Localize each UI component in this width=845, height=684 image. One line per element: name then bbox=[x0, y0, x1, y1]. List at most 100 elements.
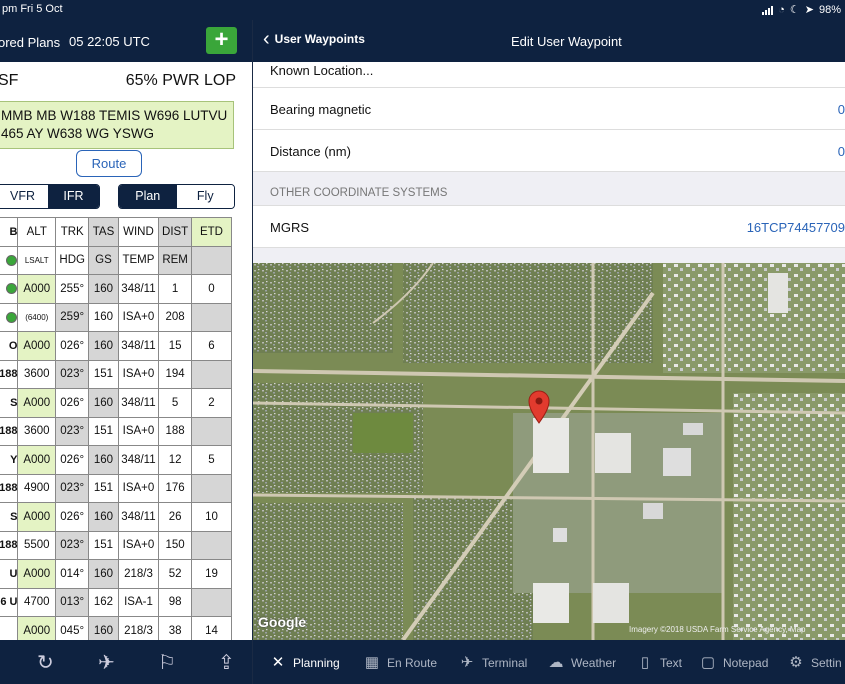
power-setting[interactable]: 65% PWR LOP bbox=[126, 72, 236, 90]
distance-label: Distance (nm) bbox=[270, 144, 351, 159]
cell-lsalt: 4700 bbox=[17, 587, 57, 617]
airplane-icon[interactable]: ✈ bbox=[98, 650, 115, 675]
nav-row-bottom[interactable]: (6400) 259° 160 ISA+0 208 bbox=[0, 302, 233, 332]
waypoint-sub: 188 bbox=[0, 359, 19, 389]
cell-rem: 176 bbox=[158, 473, 192, 503]
cell-temp[interactable]: ISA-1 bbox=[117, 587, 160, 617]
mgrs-value[interactable]: 16TCP74457709 bbox=[747, 220, 845, 235]
cell-lsalt: 3600 bbox=[17, 359, 57, 389]
known-location-row[interactable]: Known Location... bbox=[253, 62, 845, 88]
map-icon: ▦ bbox=[364, 654, 380, 671]
cell-tas[interactable]: 160 bbox=[88, 331, 119, 361]
cell-wind[interactable]: 348/11 bbox=[117, 445, 160, 475]
back-button[interactable]: ‹ User Waypoints bbox=[263, 29, 365, 49]
waypoint-form: Known Location... Bearing magnetic 0 Dis… bbox=[253, 62, 845, 248]
share-icon[interactable]: ⇪ bbox=[218, 650, 235, 675]
cell-temp[interactable]: ISA+0 bbox=[117, 416, 160, 446]
col-header-gs: GS bbox=[88, 245, 119, 275]
nav-row-top[interactable]: S A000 026° 160 348/11 26 10 bbox=[0, 502, 233, 532]
tab-en-route-label: En Route bbox=[387, 656, 438, 670]
bearing-value[interactable]: 0 bbox=[838, 102, 845, 117]
col-header-hdg: HDG bbox=[55, 245, 90, 275]
airway-ident: 6 U bbox=[0, 596, 18, 609]
cell-lsalt: 3600 bbox=[17, 416, 57, 446]
cell-trk: 026° bbox=[55, 331, 90, 361]
cell-alt[interactable]: A000 bbox=[17, 388, 57, 418]
distance-row[interactable]: Distance (nm) 0 bbox=[253, 130, 845, 172]
tab-en-route[interactable]: ▦ En Route bbox=[363, 654, 437, 672]
waypoint-name: U bbox=[0, 559, 19, 589]
plan-tab[interactable]: Plan bbox=[119, 185, 177, 208]
nav-row-top[interactable]: O A000 026° 160 348/11 15 6 bbox=[0, 331, 233, 361]
cell-wind[interactable]: 348/11 bbox=[117, 274, 160, 304]
satellite-map[interactable]: Google Imagery ©2018 USDA Farm Service A… bbox=[253, 263, 845, 640]
cell-temp[interactable]: ISA+0 bbox=[117, 359, 160, 389]
google-logo: Google bbox=[258, 614, 307, 630]
vfr-tab[interactable]: VFR bbox=[0, 185, 48, 208]
fly-tab[interactable]: Fly bbox=[176, 185, 234, 208]
cell-rem: 150 bbox=[158, 530, 192, 560]
map-attribution: Imagery ©2018 USDA Farm Service Agency, … bbox=[629, 625, 806, 634]
tab-notepad[interactable]: ▢ Notepad bbox=[699, 654, 768, 672]
nav-row-top[interactable]: Y A000 026° 160 348/11 12 5 bbox=[0, 445, 233, 475]
status-dot-icon bbox=[6, 311, 18, 323]
nav-row-bottom[interactable]: 188 3600 023° 151 ISA+0 188 bbox=[0, 416, 233, 446]
cell-temp[interactable]: ISA+0 bbox=[117, 473, 160, 503]
nav-row-bottom[interactable]: 188 3600 023° 151 ISA+0 194 bbox=[0, 359, 233, 389]
route-button[interactable]: Route bbox=[76, 150, 142, 177]
nav-row-bottom[interactable]: 188 5500 023° 151 ISA+0 150 bbox=[0, 530, 233, 560]
cell-tas[interactable]: 160 bbox=[88, 502, 119, 532]
cell-tas[interactable]: 160 bbox=[88, 388, 119, 418]
col-header-trk: TRK bbox=[55, 217, 90, 247]
tab-terminal[interactable]: ✈ Terminal bbox=[458, 654, 528, 672]
distance-value[interactable]: 0 bbox=[838, 144, 845, 159]
cell-alt[interactable]: A000 bbox=[17, 445, 57, 475]
cell-wind[interactable]: 348/11 bbox=[117, 388, 160, 418]
nav-row-top[interactable]: U A000 014° 160 218/3 52 19 bbox=[0, 559, 233, 589]
cell-dist: 1 bbox=[158, 274, 192, 304]
flag-icon[interactable]: ⚐ bbox=[158, 650, 176, 675]
nav-row-top[interactable]: S A000 026° 160 348/11 5 2 bbox=[0, 388, 233, 418]
cell-temp[interactable]: ISA+0 bbox=[117, 302, 160, 332]
cell-dist: 12 bbox=[158, 445, 192, 475]
cell-alt[interactable]: A000 bbox=[17, 274, 57, 304]
mgrs-row[interactable]: MGRS 16TCP74457709 bbox=[253, 206, 845, 248]
cell-hdg: 023° bbox=[55, 359, 90, 389]
cell-alt[interactable]: A000 bbox=[17, 502, 57, 532]
cell-tas[interactable]: 160 bbox=[88, 559, 119, 589]
refresh-icon[interactable]: ↻ bbox=[37, 650, 54, 675]
cell-blank bbox=[190, 530, 233, 560]
col-header-etd: ETD bbox=[190, 217, 233, 247]
cell-wind[interactable]: 348/11 bbox=[117, 502, 160, 532]
cell-alt[interactable]: A000 bbox=[17, 559, 57, 589]
nav-row-bottom[interactable]: 6 U 4700 013° 162 ISA-1 98 bbox=[0, 587, 233, 617]
cell-alt[interactable]: A000 bbox=[17, 331, 57, 361]
cell-wind[interactable]: 218/3 bbox=[117, 559, 160, 589]
cell-temp[interactable]: ISA+0 bbox=[117, 530, 160, 560]
tab-weather[interactable]: ☁ Weather bbox=[547, 654, 617, 672]
nav-row-top[interactable]: A000 255° 160 348/11 1 0 bbox=[0, 274, 233, 304]
route-line-1: MMB MB W188 TEMIS W696 LUTVU bbox=[1, 108, 228, 123]
cell-wind[interactable]: 348/11 bbox=[117, 331, 160, 361]
cell-trk: 255° bbox=[55, 274, 90, 304]
tab-settings[interactable]: ⚙ Settin bbox=[787, 654, 841, 672]
stored-plans-link[interactable]: ored Plans bbox=[0, 35, 60, 50]
add-plan-button[interactable]: + bbox=[206, 27, 237, 54]
status-dot-icon bbox=[6, 254, 18, 266]
wifi-icon: ◔ bbox=[778, 3, 785, 16]
cell-dist: 5 bbox=[158, 388, 192, 418]
tab-text[interactable]: ▯ Text bbox=[636, 654, 682, 672]
cell-rem: 98 bbox=[158, 587, 192, 617]
bearing-row[interactable]: Bearing magnetic 0 bbox=[253, 88, 845, 130]
tab-terminal-label: Terminal bbox=[482, 656, 528, 670]
waypoint-dot bbox=[0, 245, 19, 275]
nav-row-bottom[interactable]: 188 4900 023° 151 ISA+0 176 bbox=[0, 473, 233, 503]
ifr-tab[interactable]: IFR bbox=[48, 185, 99, 208]
page-title: Edit User Waypoint bbox=[511, 34, 622, 49]
col-header-blank bbox=[190, 245, 233, 275]
cell-tas[interactable]: 160 bbox=[88, 445, 119, 475]
tab-planning[interactable]: ✕ Planning bbox=[269, 654, 340, 672]
waypoint-name bbox=[0, 274, 19, 304]
cell-tas[interactable]: 160 bbox=[88, 274, 119, 304]
route-string[interactable]: MMB MB W188 TEMIS W696 LUTVU 465 AY W638… bbox=[0, 101, 234, 149]
